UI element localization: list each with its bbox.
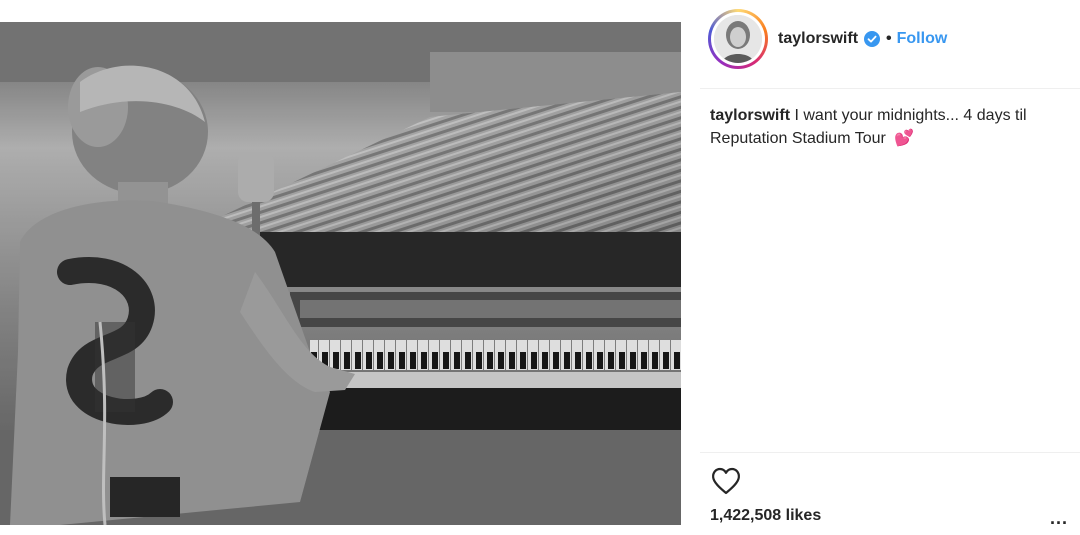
story-ring[interactable] <box>708 9 768 69</box>
verified-badge-icon <box>864 31 881 47</box>
post-caption: taylorswift I want your midnights... 4 d… <box>710 104 1070 150</box>
photo-image <box>0 22 681 525</box>
divider <box>700 452 1080 453</box>
two-hearts-emoji: 💕 <box>894 130 915 147</box>
caption-username[interactable]: taylorswift <box>710 107 790 124</box>
likes-count[interactable]: 1,422,508 likes <box>710 507 821 525</box>
separator-dot: • <box>886 30 892 47</box>
more-options-icon[interactable]: ... <box>1050 509 1068 527</box>
avatar[interactable] <box>714 15 762 63</box>
divider <box>700 88 1080 89</box>
post-photo[interactable] <box>0 22 681 525</box>
username-link[interactable]: taylorswift <box>778 30 858 48</box>
heart-outline-icon[interactable] <box>710 466 742 496</box>
follow-button[interactable]: Follow <box>897 30 948 48</box>
post-header: taylorswift • Follow <box>708 8 1072 70</box>
post-sidebar: taylorswift • Follow taylorswift I want … <box>700 0 1080 535</box>
